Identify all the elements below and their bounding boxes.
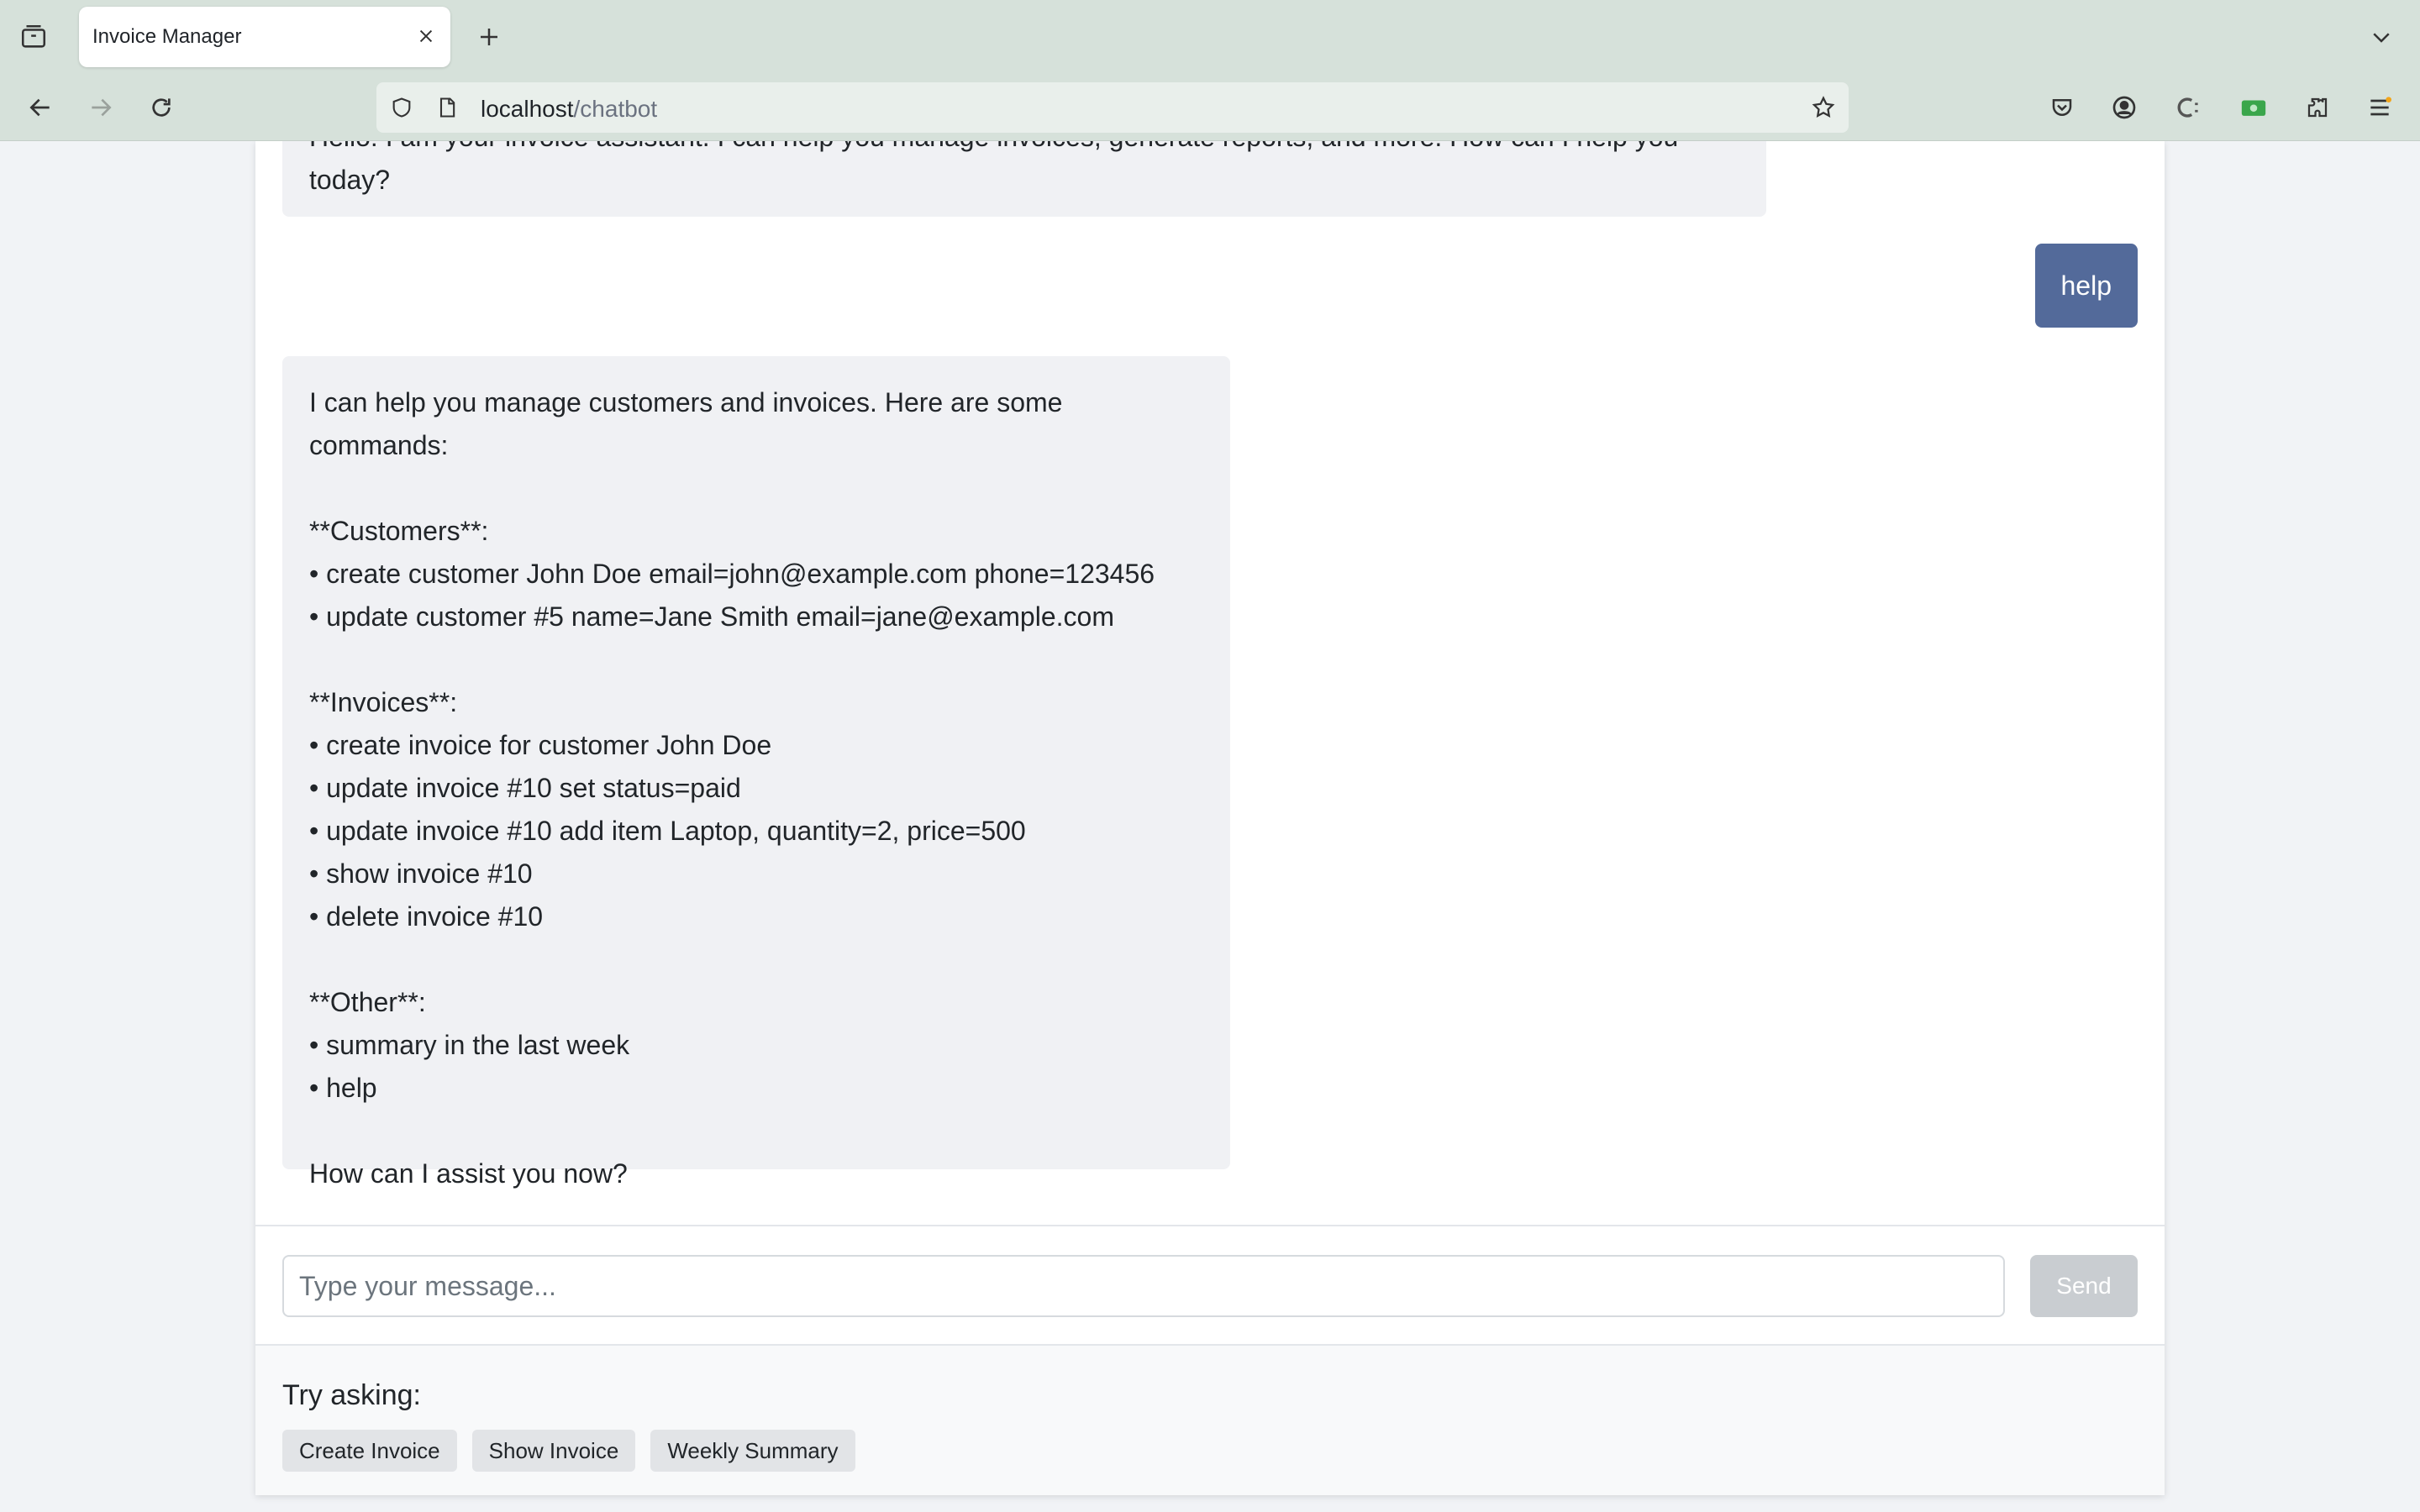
url-host: localhost: [481, 96, 574, 122]
close-icon[interactable]: [413, 24, 439, 49]
forward-arrow-icon[interactable]: [84, 91, 118, 124]
message-input[interactable]: [282, 1255, 2005, 1317]
suggestions-panel: Try asking: Create Invoice Show Invoice …: [255, 1344, 2165, 1495]
chevron-down-icon[interactable]: [2365, 20, 2398, 54]
back-arrow-icon[interactable]: [24, 91, 57, 124]
bot-message-help: I can help you manage customers and invo…: [282, 356, 1230, 1189]
extension-c-icon[interactable]: [2171, 91, 2205, 124]
message-list[interactable]: Hello! I am your invoice assistant. I ca…: [255, 141, 2165, 1225]
send-button[interactable]: Send: [2030, 1255, 2138, 1317]
browser-tab-active[interactable]: Invoice Manager: [79, 7, 450, 67]
suggestion-create-invoice[interactable]: Create Invoice: [282, 1430, 457, 1472]
pocket-icon[interactable]: [2045, 91, 2079, 124]
tab-overview-icon[interactable]: [18, 22, 49, 52]
new-tab-plus-icon[interactable]: [472, 20, 506, 54]
user-message: help: [2034, 244, 2138, 328]
chat-container: Hello! I am your invoice assistant. I ca…: [255, 141, 2165, 1495]
message-input-area: Send: [255, 1225, 2165, 1344]
page-body: Hello! I am your invoice assistant. I ca…: [0, 141, 2420, 1512]
url-text[interactable]: localhost/chatbot: [481, 96, 657, 123]
url-bar[interactable]: localhost/chatbot: [376, 82, 1849, 133]
suggestion-show-invoice[interactable]: Show Invoice: [471, 1430, 636, 1472]
extensions-puzzle-icon[interactable]: [2301, 91, 2334, 124]
bookmark-star-icon[interactable]: [1810, 94, 1837, 121]
browser-tab-bar: Invoice Manager: [0, 0, 2420, 74]
account-icon[interactable]: [2107, 91, 2141, 124]
suggestion-chips: Create Invoice Show Invoice Weekly Summa…: [282, 1430, 855, 1472]
reload-icon[interactable]: [145, 91, 178, 124]
browser-nav-bar: localhost/chatbot: [0, 74, 2420, 141]
extension-money-icon[interactable]: [2237, 91, 2270, 124]
suggestion-weekly-summary[interactable]: Weekly Summary: [650, 1430, 855, 1472]
try-asking-label: Try asking:: [282, 1379, 422, 1411]
menu-hamburger-icon[interactable]: [2363, 91, 2396, 124]
bot-message: Hello! I am your invoice assistant. I ca…: [282, 141, 1766, 217]
shield-icon[interactable]: [388, 94, 415, 121]
tab-title: Invoice Manager: [92, 25, 242, 48]
url-path: /chatbot: [573, 96, 658, 122]
page-icon[interactable]: [434, 94, 460, 121]
